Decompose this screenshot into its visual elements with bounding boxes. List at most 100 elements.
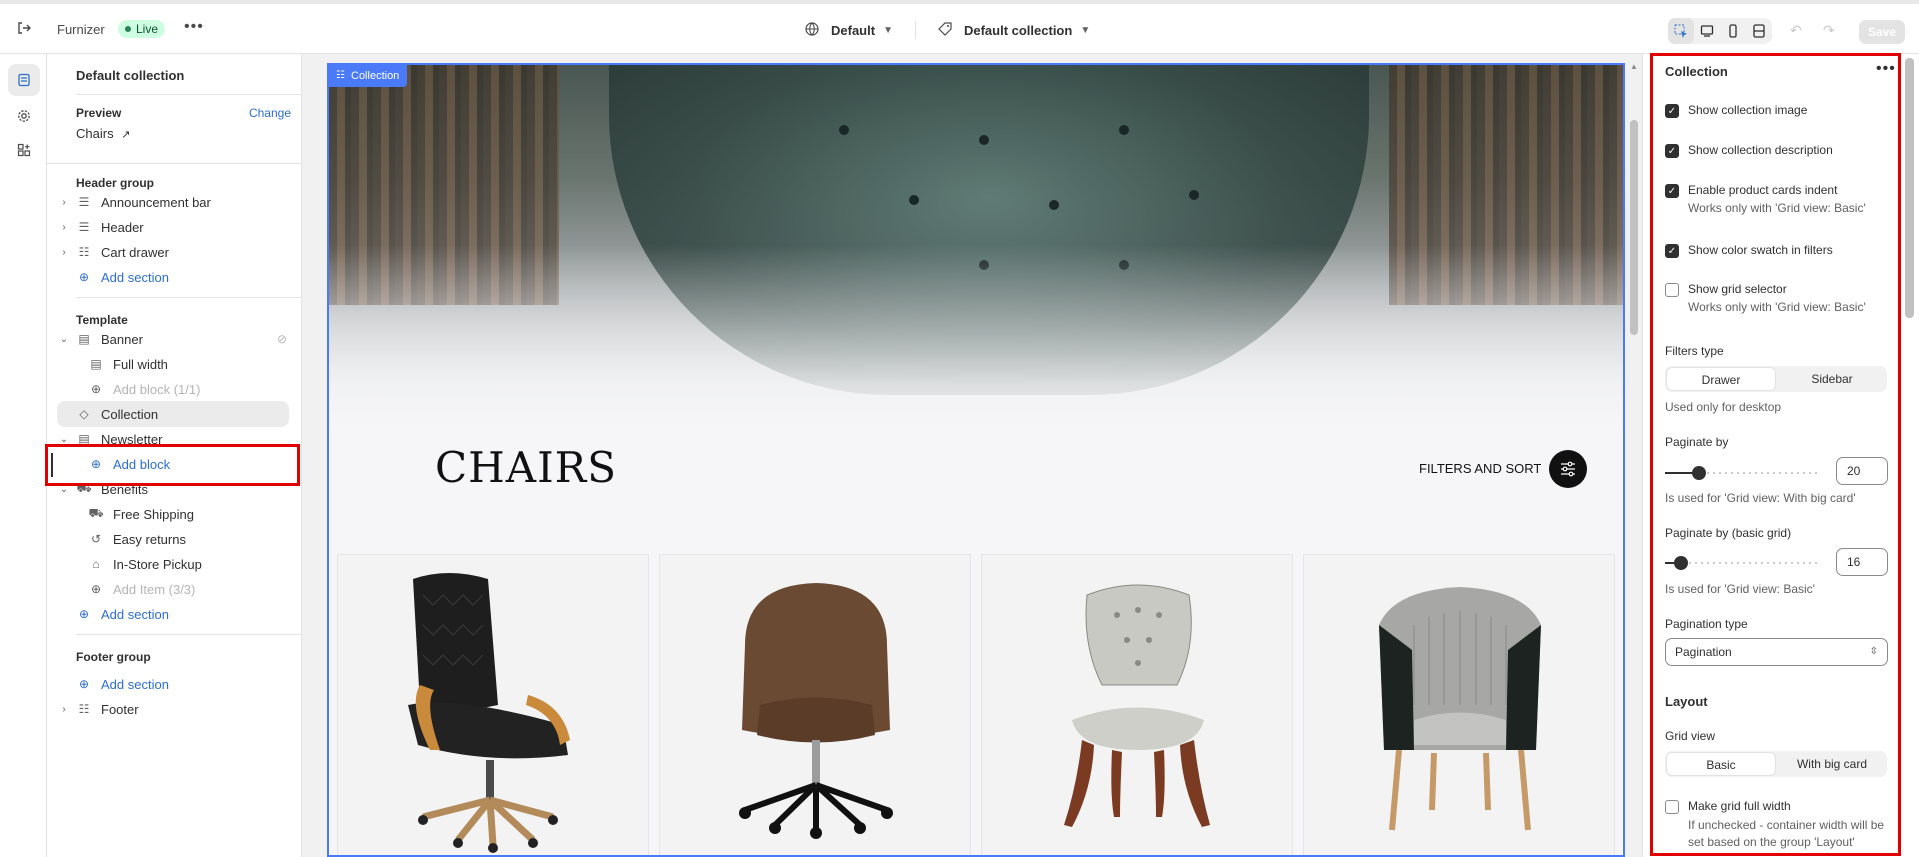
product-grid — [337, 554, 1617, 855]
grid-view-label: Grid view — [1665, 729, 1716, 743]
save-button[interactable]: Save — [1859, 20, 1905, 44]
scroll-up-icon[interactable]: ▲ — [301, 166, 302, 175]
checkbox-show-collection-description[interactable]: ✓ Show collection description — [1665, 143, 1833, 158]
paginate-basic-slider[interactable] — [1665, 556, 1820, 570]
section-icon: ☰ — [78, 220, 90, 234]
more-options-button[interactable]: ••• — [1876, 60, 1896, 78]
pagination-type-select[interactable]: Pagination ⇳ — [1665, 638, 1888, 666]
checkbox-help: Works only with 'Grid view: Basic' — [1688, 300, 1866, 314]
checkbox-checked-icon[interactable]: ✓ — [1665, 144, 1679, 158]
apps-icon[interactable] — [8, 134, 40, 166]
globe-icon — [805, 21, 819, 39]
checkbox-show-collection-image[interactable]: ✓ Show collection image — [1665, 103, 1807, 118]
checkbox-enable-product-cards-indent[interactable]: ✓ Enable product cards indent Works only … — [1665, 183, 1866, 215]
chevron-right-icon[interactable]: › — [57, 704, 71, 715]
settings-scrollbar-thumb[interactable] — [1905, 58, 1914, 318]
product-card[interactable] — [659, 554, 971, 855]
paginate-by-slider[interactable] — [1665, 466, 1820, 480]
option-sidebar[interactable]: Sidebar — [1778, 367, 1886, 391]
tuft-button — [909, 195, 919, 205]
preview-scrollbar[interactable]: ▲ — [1627, 54, 1641, 857]
chevron-down-icon[interactable]: ⌄ — [57, 434, 71, 445]
checkbox-label: Make grid full width — [1688, 799, 1791, 813]
block-free-shipping[interactable]: ⛟ Free Shipping — [83, 501, 301, 527]
section-collection[interactable]: ◇ Collection — [57, 401, 289, 427]
option-with-big-card[interactable]: With big card — [1778, 752, 1886, 776]
sections-icon[interactable] — [8, 64, 40, 96]
paginate-basic-input[interactable]: 16 — [1836, 548, 1888, 576]
office-chair-image — [408, 573, 570, 853]
add-item-label: Add Item (3/3) — [113, 581, 196, 597]
checkbox-checked-icon[interactable]: ✓ — [1665, 104, 1679, 118]
scrollbar-thumb[interactable] — [1630, 120, 1638, 335]
return-icon: ↺ — [90, 532, 102, 546]
section-label: Footer — [101, 701, 139, 717]
sidebar-rail — [0, 54, 47, 857]
add-section-button[interactable]: ⊕ Add section — [57, 264, 287, 290]
slider-handle[interactable] — [1692, 466, 1707, 480]
filters-icon[interactable] — [1549, 450, 1587, 488]
add-section-button[interactable]: ⊕ Add section — [57, 671, 287, 697]
paginate-by-input[interactable]: 20 — [1836, 457, 1888, 485]
section-icon: ☷ — [78, 702, 90, 716]
section-announcement-bar[interactable]: › ☰ Announcement bar — [57, 189, 287, 215]
block-label: Free Shipping — [113, 506, 194, 522]
tuft-button — [979, 135, 989, 145]
product-card[interactable] — [1303, 554, 1615, 855]
mobile-icon[interactable] — [1720, 18, 1746, 44]
view-mode-toggle — [1668, 18, 1772, 44]
gear-icon[interactable] — [8, 100, 40, 132]
chevron-down-icon[interactable]: ⌄ — [57, 334, 71, 345]
checkbox-checked-icon[interactable]: ✓ — [1665, 244, 1679, 258]
hidden-eye-icon[interactable]: ⊘ — [277, 332, 287, 346]
add-section-label: Add section — [101, 606, 169, 622]
template-selector[interactable]: Default collection — [964, 23, 1072, 38]
selection-indicator — [51, 453, 53, 477]
preview-value[interactable]: Chairs ↗ — [76, 126, 130, 141]
product-card[interactable] — [981, 554, 1293, 855]
option-basic[interactable]: Basic — [1666, 752, 1776, 776]
status-badge: Live — [118, 20, 166, 38]
grid-view-toggle: Basic With big card — [1665, 751, 1887, 777]
block-label: Easy returns — [113, 531, 186, 547]
more-actions-button[interactable]: ••• — [184, 18, 204, 36]
add-section-button[interactable]: ⊕ Add section — [57, 601, 287, 627]
full-screen-icon[interactable] — [1746, 18, 1772, 44]
plus-circle-icon: ⊕ — [90, 382, 102, 396]
chevron-right-icon[interactable]: › — [57, 197, 71, 208]
exit-icon[interactable] — [16, 20, 34, 38]
section-banner[interactable]: ⌄ ▤ Banner ⊘ — [57, 326, 287, 352]
section-tag[interactable]: Collection — [329, 65, 408, 87]
checkbox-unchecked-icon[interactable] — [1665, 800, 1679, 814]
section-label: Cart drawer — [101, 244, 169, 260]
redo-icon[interactable]: ↷ — [1823, 22, 1835, 39]
checkbox-unchecked-icon[interactable] — [1665, 283, 1679, 297]
chevron-right-icon[interactable]: › — [57, 222, 71, 233]
block-easy-returns[interactable]: ↺ Easy returns — [83, 526, 301, 552]
checkbox-checked-icon[interactable]: ✓ — [1665, 184, 1679, 198]
chevron-right-icon[interactable]: › — [57, 247, 71, 258]
add-section-label: Add section — [101, 269, 169, 285]
option-drawer[interactable]: Drawer — [1666, 367, 1776, 391]
filters-sort-label[interactable]: FILTERS AND SORT — [1419, 461, 1541, 476]
paginate-basic-help: Is used for 'Grid view: Basic' — [1665, 582, 1815, 596]
checkbox-show-grid-selector[interactable]: Show grid selector Works only with 'Grid … — [1665, 282, 1866, 314]
tuft-button — [1189, 190, 1199, 200]
slider-handle[interactable] — [1673, 556, 1688, 570]
section-header[interactable]: › ☰ Header — [57, 214, 287, 240]
divider — [76, 94, 301, 95]
change-preview-link[interactable]: Change — [249, 106, 291, 120]
select-arrows-icon: ⇳ — [1869, 646, 1878, 657]
undo-icon[interactable]: ↶ — [1790, 22, 1802, 39]
theme-selector[interactable]: Default — [831, 23, 875, 38]
checkbox-make-grid-full-width[interactable]: Make grid full width If unchecked - conta… — [1665, 799, 1888, 851]
checkbox-show-color-swatch[interactable]: ✓ Show color swatch in filters — [1665, 243, 1833, 258]
product-card[interactable] — [337, 554, 649, 855]
block-full-width[interactable]: ▤ Full width — [83, 351, 301, 377]
section-footer[interactable]: › ☷ Footer — [57, 696, 287, 722]
block-in-store-pickup[interactable]: ⌂ In-Store Pickup — [83, 551, 301, 577]
desktop-icon[interactable] — [1694, 18, 1720, 44]
inspector-icon[interactable] — [1668, 18, 1694, 44]
section-cart-drawer[interactable]: › ☷ Cart drawer — [57, 239, 287, 265]
scroll-up-icon[interactable]: ▲ — [1630, 62, 1638, 71]
